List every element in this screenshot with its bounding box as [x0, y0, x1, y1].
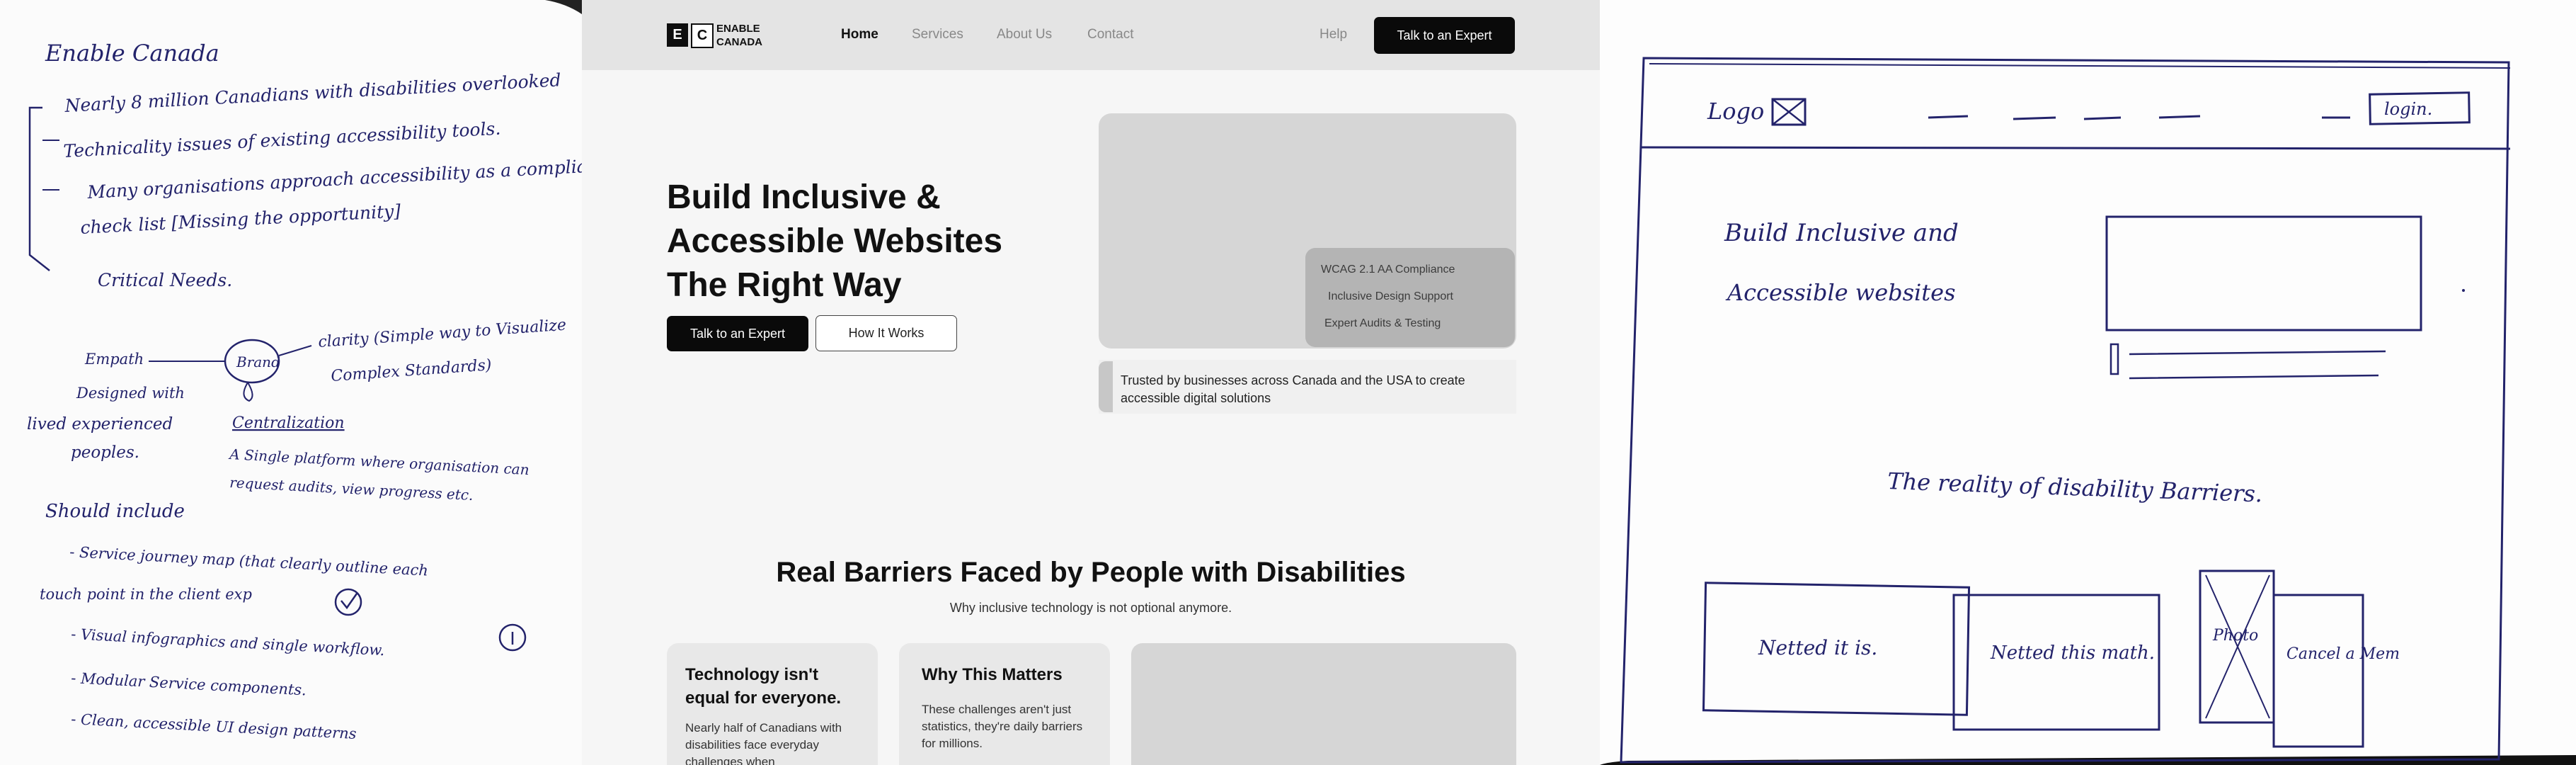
should-title: Should include	[45, 501, 185, 522]
card1-body: Nearly half of Canadians with disabiliti…	[685, 721, 842, 765]
logo-placeholder-icon	[1771, 98, 1807, 126]
wf-logo: Logo	[1707, 98, 1764, 125]
wf-card4-text: Cancel a Mem	[2286, 645, 2400, 663]
mindmap-right-top2: Complex Standards)	[331, 356, 493, 385]
nav-about-us[interactable]: About Us	[997, 27, 1052, 42]
talk-to-expert-nav-button[interactable]: Talk to an Expert	[1374, 17, 1515, 54]
hero-title: Build Inclusive & Accessible Websites Th…	[667, 178, 1003, 304]
notes-title: Enable Canada	[45, 40, 219, 67]
card-image-placeholder	[1131, 643, 1516, 765]
card-technology: Technology isn't equal for everyone. Nea…	[667, 643, 878, 765]
browser-frame-inner	[1649, 63, 2511, 69]
mindmap-left-b1: lived experienced	[27, 415, 173, 434]
should-item-4: - Modular Service components.	[71, 669, 307, 698]
card2-title: Why This Matters	[922, 665, 1063, 684]
wf-card1-text: Netted it is.	[1758, 636, 1877, 659]
feature-wcag: WCAG 2.1 AA Compliance	[1321, 264, 1455, 276]
feature-list: WCAG 2.1 AA Compliance Inclusive Design …	[1305, 248, 1515, 347]
handwritten-notes: Enable Canada Nearly 8 million Canadians…	[0, 0, 582, 765]
card-why-matters: Why This Matters These challenges aren't…	[899, 643, 1110, 765]
mindmap-left-b2: peoples.	[71, 443, 139, 462]
nav-services[interactable]: Services	[912, 27, 963, 42]
wf-photo-label: Photo	[2212, 627, 2258, 645]
info-icon	[498, 623, 527, 652]
mindmap-right-top: clarity (Simple way to Visualize	[318, 317, 567, 351]
section-subtitle: Why inclusive technology is not optional…	[949, 601, 1232, 615]
wf-nav-lines	[1928, 115, 2350, 120]
mindmap-left-mid: Designed with	[76, 385, 185, 402]
trust-text: Trusted by businesses across Canada and …	[1121, 373, 1465, 405]
wf-card2-text: Netted this math.	[1990, 642, 2155, 664]
wf-card-4	[2272, 594, 2364, 748]
logo-text[interactable]: ENABLE CANADA	[716, 22, 762, 49]
wf-hero-line2: Accessible websites	[1725, 279, 1955, 306]
wireframe-sketch: Logo login. Build Inclusive and Accessib…	[1600, 0, 2576, 765]
card2-body: These challenges aren't just statistics,…	[922, 703, 1083, 750]
section-title: Real Barriers Faced by People with Disab…	[776, 557, 1406, 588]
header-divider	[1640, 146, 2511, 150]
website-mockup: E C ENABLE CANADA Home Services About Us…	[582, 0, 1600, 765]
should-item-2: touch point in the client exp	[40, 586, 252, 603]
notes-top-corner	[545, 0, 582, 14]
wireframe-svg: Logo login. Build Inclusive and Accessib…	[1600, 57, 2576, 765]
wf-hero-line1: Build Inclusive and	[1724, 219, 1959, 247]
how-it-works-button[interactable]: How It Works	[815, 315, 957, 351]
nav-home[interactable]: Home	[841, 27, 878, 42]
logo-line-2: CANADA	[716, 36, 762, 48]
wf-photo-cross	[2205, 574, 2270, 719]
note-line-1: Nearly 8 million Canadians with disabili…	[64, 69, 561, 116]
wf-hero-image-box	[2105, 215, 2422, 332]
wf-section-title: The reality of disability Barriers.	[1887, 468, 2263, 507]
wf-trust-lines	[2129, 350, 2386, 380]
wf-dot	[2462, 289, 2465, 292]
feature-audits: Expert Audits & Testing	[1324, 317, 1441, 329]
note-line-3: Many organisations approach accessibilit…	[86, 154, 582, 203]
logo-mark-e[interactable]: E	[667, 23, 688, 47]
mindmap-right-mid: Centralization	[232, 414, 345, 432]
should-item-3: - Visual infographics and single workflo…	[71, 625, 385, 659]
note-line-2: Technicality issues of existing accessib…	[63, 118, 501, 162]
top-navigation: E C ENABLE CANADA Home Services About Us…	[582, 0, 1600, 70]
note-line-4: check list [Missing the opportunity]	[80, 200, 401, 238]
checkmark-icon	[334, 588, 362, 616]
mindmap-right-b2: request audits, view progress etc.	[229, 474, 474, 504]
feature-inclusive-design: Inclusive Design Support	[1328, 290, 1453, 302]
wf-login: login.	[2384, 99, 2432, 119]
mindmap-right-b1: A Single platform where organisation can	[228, 446, 529, 478]
wf-trust-accent	[2110, 343, 2119, 375]
logo-line-1: ENABLE	[716, 23, 760, 35]
brand-tail	[243, 382, 253, 402]
should-item-1: - Service journey map (that clearly outl…	[69, 543, 429, 579]
nav-help[interactable]: Help	[1320, 27, 1347, 42]
logo-mark-c[interactable]: C	[691, 23, 714, 48]
mindmap-left-top: Empath	[84, 351, 144, 368]
note-line-5: Critical Needs.	[98, 270, 232, 290]
card1-title: Technology isn't equal for everyone.	[685, 665, 842, 708]
hero-talk-to-expert-button[interactable]: Talk to an Expert	[667, 316, 808, 351]
notes-sketch: Enable Canada Nearly 8 million Canadians…	[27, 0, 582, 742]
should-item-5: - Clean, accessible UI design patterns	[71, 710, 357, 742]
mindmap-center: Brand	[236, 353, 280, 370]
nav-contact[interactable]: Contact	[1087, 27, 1133, 42]
trust-accent	[1099, 361, 1113, 412]
bracket-ticks	[42, 140, 59, 191]
